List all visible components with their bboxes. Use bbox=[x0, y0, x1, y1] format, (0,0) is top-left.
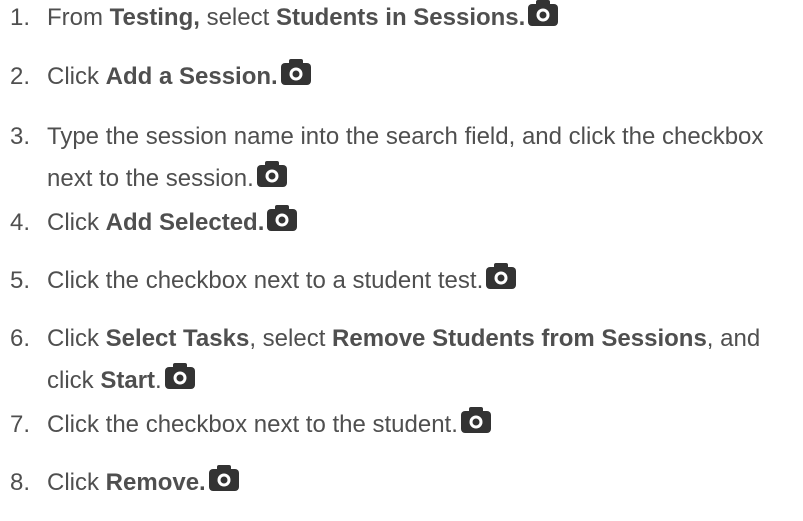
step-text: From Testing, select Students in Session… bbox=[47, 0, 799, 39]
step-bold-term: Add Selected. bbox=[105, 209, 265, 236]
step-item-6: 6. Click Select Tasks, select Remove Stud… bbox=[0, 318, 800, 402]
step-text-segment: Click bbox=[47, 209, 106, 236]
step-bold-term: Remove. bbox=[105, 469, 206, 496]
step-item-4: 4. Click Add Selected. bbox=[0, 202, 800, 244]
camera-icon[interactable] bbox=[255, 160, 289, 188]
step-item-2: 2. Click Add a Session. bbox=[0, 56, 800, 98]
camera-icon[interactable] bbox=[459, 406, 493, 434]
step-bold-term: Testing, bbox=[109, 4, 200, 31]
step-number: 4. bbox=[10, 209, 31, 236]
step-item-8: 8. Click Remove. bbox=[0, 462, 800, 504]
step-number: 7. bbox=[10, 411, 31, 438]
step-text: Click Add a Session. bbox=[47, 56, 799, 98]
step-item-5: 5. Click the checkbox next to a student t… bbox=[0, 260, 800, 302]
step-text: Click the checkbox next to the student. bbox=[47, 404, 799, 446]
step-number: 6. bbox=[10, 325, 31, 352]
step-text-segment: Type the session name into the search fi… bbox=[47, 123, 764, 192]
step-text: Type the session name into the search fi… bbox=[47, 116, 799, 200]
step-bold-term: Remove Students from Sessions bbox=[332, 325, 707, 352]
step-number: 8. bbox=[10, 469, 31, 496]
step-number: 2. bbox=[10, 63, 31, 90]
step-text: Click Select Tasks, select Remove Studen… bbox=[47, 318, 799, 402]
step-text-segment: From bbox=[47, 4, 110, 31]
camera-icon[interactable] bbox=[484, 262, 518, 290]
step-bold-term: Students in Sessions. bbox=[275, 4, 526, 31]
step-text-segment: Click bbox=[47, 469, 106, 496]
step-bold-term: Start bbox=[100, 367, 156, 394]
camera-icon[interactable] bbox=[279, 58, 313, 86]
step-number: 5. bbox=[10, 267, 31, 294]
step-item-1: 1. From Testing, select Students in Sessi… bbox=[0, 0, 800, 39]
step-bold-term: Select Tasks bbox=[105, 325, 250, 352]
step-text-segment: Click bbox=[47, 325, 106, 352]
camera-icon[interactable] bbox=[265, 204, 299, 232]
step-bold-term: Add a Session. bbox=[105, 63, 278, 90]
step-text-segment: Click the checkbox next to a student tes… bbox=[47, 267, 484, 294]
step-item-7: 7. Click the checkbox next to the student… bbox=[0, 404, 800, 446]
step-number: 1. bbox=[10, 4, 31, 31]
step-text: Click Remove. bbox=[47, 462, 799, 504]
step-text-segment: select bbox=[199, 4, 276, 31]
step-text: Click the checkbox next to a student tes… bbox=[47, 260, 799, 302]
step-text-segment: Click bbox=[47, 63, 106, 90]
camera-icon[interactable] bbox=[207, 464, 241, 492]
step-text-segment: . bbox=[155, 367, 162, 394]
step-number: 3. bbox=[10, 123, 31, 150]
camera-icon[interactable] bbox=[163, 362, 197, 390]
camera-icon[interactable] bbox=[526, 0, 560, 27]
step-text-segment: Click the checkbox next to the student. bbox=[47, 411, 458, 438]
step-text: Click Add Selected. bbox=[47, 202, 799, 244]
step-text-segment: , select bbox=[249, 325, 333, 352]
step-item-3: 3. Type the session name into the search … bbox=[0, 116, 800, 200]
